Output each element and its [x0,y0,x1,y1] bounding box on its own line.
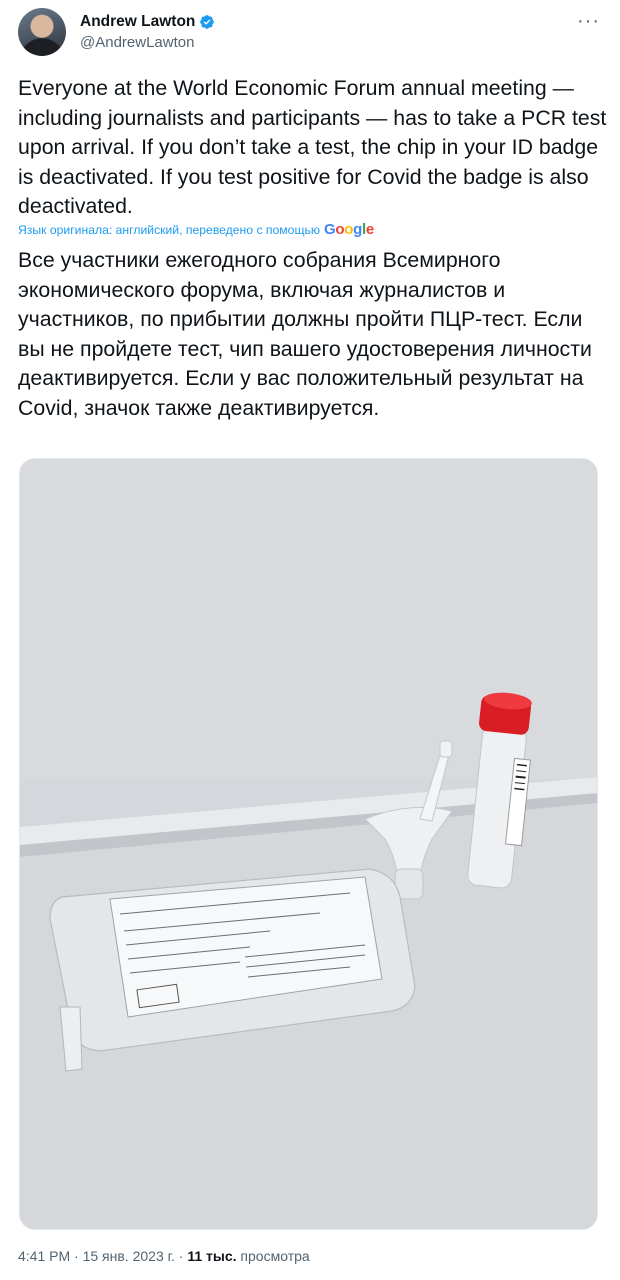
verified-badge-icon [200,15,215,29]
google-logo-letter: g [353,221,362,238]
google-logo-letter: G [323,221,336,238]
tweet-time[interactable]: 4:41 PM [18,1248,70,1264]
tweet-meta: 4:41 PM · 15 янв. 2023 г. · 11 тыс. прос… [18,1248,310,1264]
views-count: 11 тыс. [187,1248,237,1264]
translation-note-text: Язык оригинала: английский, переведено с… [18,222,320,237]
more-horizontal-icon[interactable]: ··· [577,10,600,33]
google-logo-letter: e [365,221,374,238]
author-name-line: Andrew Lawton [80,13,215,31]
google-logo-letter: o [344,221,354,238]
tweet-date[interactable]: 15 янв. 2023 г. [83,1248,175,1264]
tweet-photo[interactable] [19,458,598,1230]
meta-separator: · [174,1248,188,1264]
views-label: просмотра [236,1248,310,1264]
google-logo-letter: o [335,221,345,238]
translated-tweet-text: Все участники ежегодного собрания Всемир… [18,248,592,420]
translation-note[interactable]: Язык оригинала: английский, переведено с… [18,221,374,238]
author-display-name[interactable]: Andrew Lawton [80,13,195,31]
google-logo: Google [324,221,374,238]
avatar[interactable] [18,8,66,56]
photo-pcr-test-kit [20,459,597,1229]
meta-separator: · [70,1248,83,1264]
tweet-text: Everyone at the World Economic Forum ann… [18,76,607,219]
tweet-header: Andrew Lawton @AndrewLawton ··· [18,8,602,60]
author-handle[interactable]: @AndrewLawton [80,34,194,51]
